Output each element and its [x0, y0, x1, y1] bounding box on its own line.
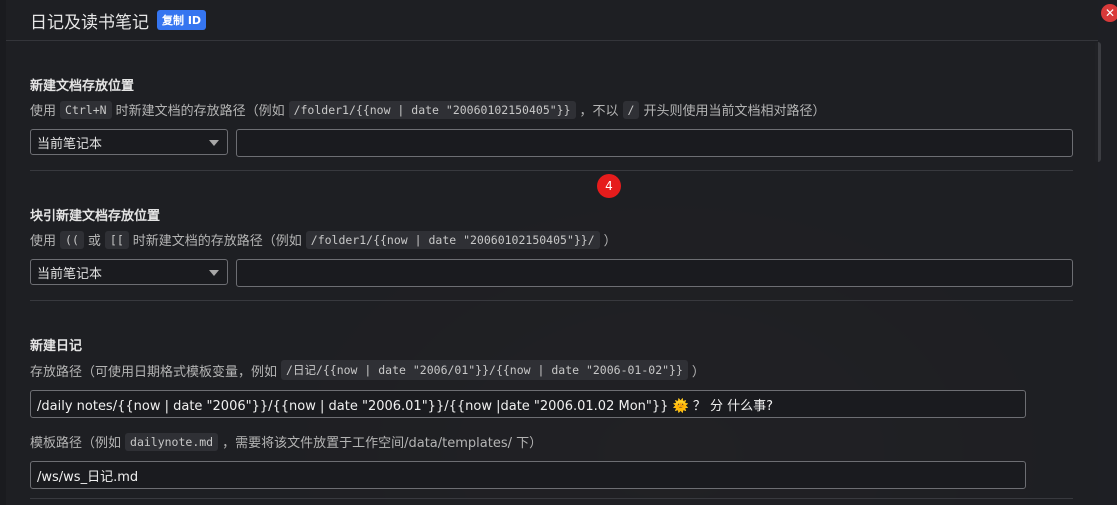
select-value: 当前笔记本 — [37, 266, 103, 282]
section-label: 块引新建文档存放位置 — [30, 209, 161, 224]
code-snippet: /日记/{{now | date "2006/01"}}/{{now | dat… — [281, 360, 688, 380]
chevron-down-icon — [209, 270, 219, 276]
code-snippet: (( — [60, 230, 84, 249]
section-description: 使用 (( 或 [[ 时新建文档的存放路径（例如 /folder1/{{now … — [30, 230, 1073, 249]
desc-text: ） — [691, 364, 705, 380]
section-label: 新建日记 — [30, 339, 83, 354]
copy-id-button[interactable]: 复制 ID — [157, 10, 207, 30]
desc-text: 时新建文档的存放路径（例如 — [132, 234, 302, 249]
desc-text: ，不以 — [579, 104, 619, 119]
close-icon[interactable]: ✕ — [1101, 4, 1117, 22]
code-snippet: /folder1/{{now | date "20060102150405"}}… — [305, 230, 600, 249]
desc-text: 模板路径（例如 — [30, 436, 122, 451]
divider — [30, 300, 1073, 301]
code-snippet: Ctrl+N — [60, 100, 112, 119]
desc-text: 时新建文档的存放路径（例如 — [115, 104, 285, 119]
divider — [30, 498, 1073, 499]
chevron-down-icon — [209, 140, 219, 146]
template-path-input[interactable]: /ws/ws_日记.md — [30, 461, 1026, 489]
settings-dialog: 日记及读书笔记 复制 ID 新建文档存放位置 使用 Ctrl+N 时新建文档的存… — [6, 0, 1098, 505]
code-snippet: [[ — [104, 230, 129, 249]
desc-text: 存放路径（可使用日期格式模板变量，例如 — [30, 364, 278, 380]
divider — [30, 170, 1073, 171]
section-new-doc-location: 新建文档存放位置 使用 Ctrl+N 时新建文档的存放路径（例如 /folder… — [30, 75, 1073, 157]
code-snippet: / — [622, 100, 640, 119]
section-label: 新建文档存放位置 — [30, 79, 135, 94]
section-description: 存放路径（可使用日期格式模板变量，例如 /日记/{{now | date "20… — [30, 360, 1073, 380]
notebook-select[interactable]: 当前笔记本 — [30, 259, 228, 285]
path-input[interactable] — [236, 129, 1073, 157]
desc-text: 使用 — [30, 234, 57, 249]
section-block-ref-doc-location: 块引新建文档存放位置 使用 (( 或 [[ 时新建文档的存放路径（例如 /fol… — [30, 205, 1073, 287]
dialog-title: 日记及读书笔记 — [30, 12, 149, 33]
desc-text: 使用 — [30, 104, 57, 119]
section-daily-note: 新建日记 存放路径（可使用日期格式模板变量，例如 /日记/{{now | dat… — [30, 335, 1073, 489]
path-input[interactable] — [236, 259, 1073, 287]
section-description: 使用 Ctrl+N 时新建文档的存放路径（例如 /folder1/{{now |… — [30, 100, 1073, 119]
step-number-badge: 4 — [597, 174, 621, 198]
template-description: 模板路径（例如 dailynote.md ，需要将该文件放置于工作空间/data… — [30, 432, 1073, 451]
notebook-select[interactable]: 当前笔记本 — [30, 129, 228, 155]
daily-note-path-input[interactable]: /daily notes/{{now | date "2006"}}/{{now… — [30, 390, 1026, 418]
desc-text: ） — [603, 234, 617, 249]
code-snippet: dailynote.md — [125, 432, 219, 451]
desc-text: 开头则使用当前文档相对路径） — [643, 104, 826, 119]
desc-text: 或 — [87, 234, 101, 249]
select-value: 当前笔记本 — [37, 136, 103, 152]
dialog-header: 日记及读书笔记 复制 ID — [6, 0, 1098, 41]
code-snippet: /folder1/{{now | date "20060102150405"}} — [288, 100, 576, 119]
desc-text: ，需要将该文件放置于工作空间/data/templates/ 下） — [222, 436, 543, 451]
